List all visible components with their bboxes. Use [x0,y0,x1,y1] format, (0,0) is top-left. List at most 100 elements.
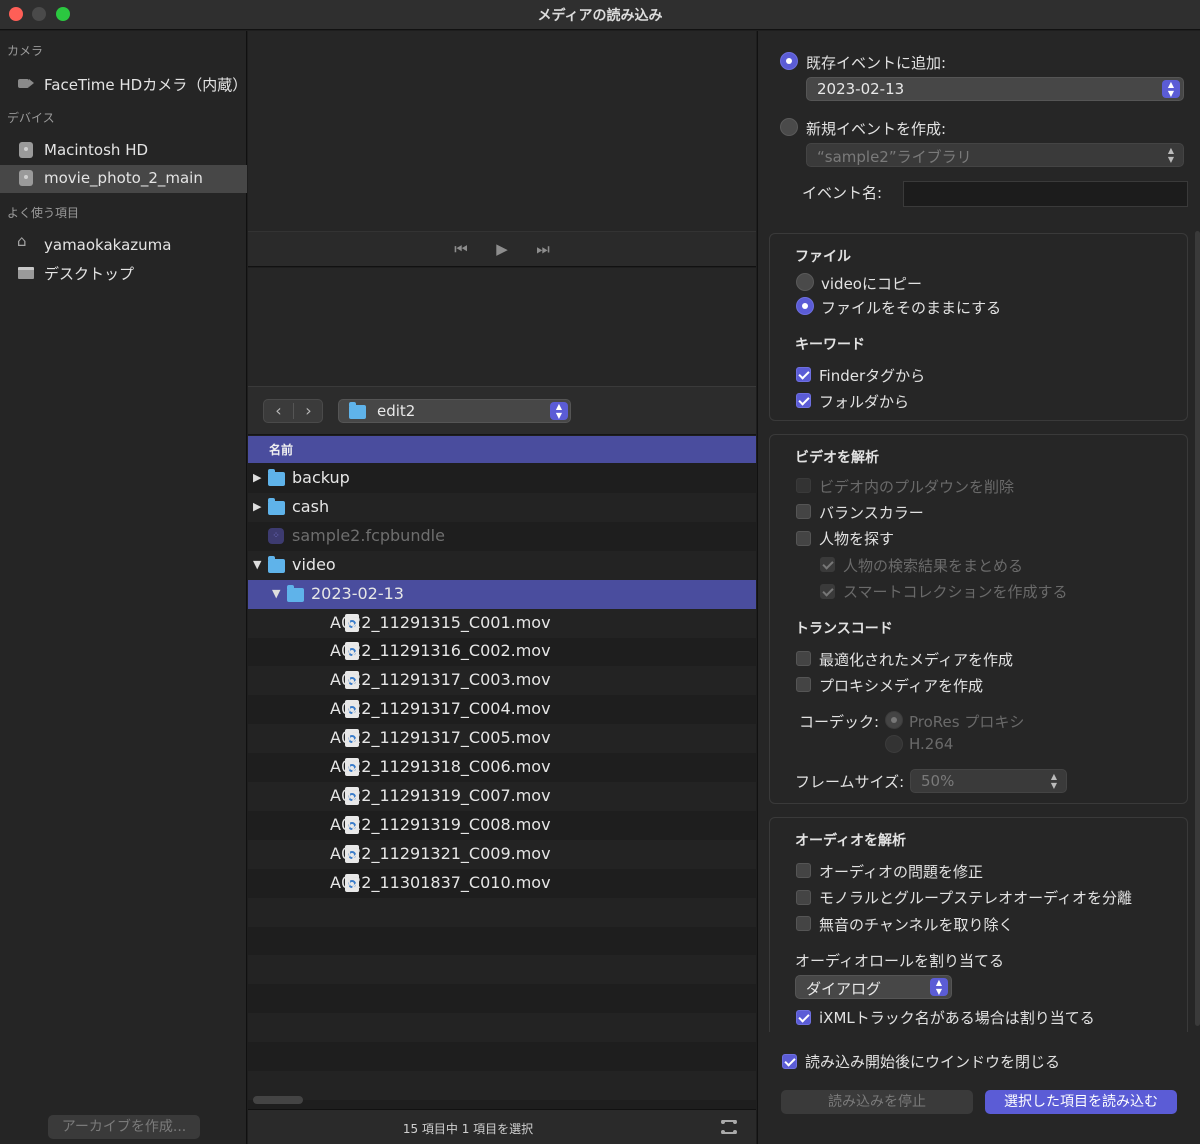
stop-import-button[interactable]: 読み込みを停止 [781,1090,973,1114]
preview-viewer [248,31,756,231]
list-item-name: A022_11291318_C006.mov [330,757,551,776]
import-selected-button[interactable]: 選択した項目を読み込む [985,1090,1177,1114]
codec-h264-label: H.264 [909,735,954,753]
proxy-media-label: プロキシメディアを作成 [819,677,983,695]
codec-prores-radio[interactable] [885,711,903,729]
leave-in-place-label: ファイルをそのままにする [821,299,1002,317]
remove-pulldown-label: ビデオ内のプルダウンを削除 [819,478,1015,496]
balance-color-checkbox[interactable] [796,504,811,519]
list-item[interactable]: A022_11291319_C008.mov [248,811,756,840]
audio-role-popup[interactable]: ダイアログ ▲ ▼ [795,975,952,999]
sidebar-item-movie-photo-2-main[interactable]: movie_photo_2_main [0,165,247,193]
remove-silent-checkbox[interactable] [796,916,811,931]
list-item[interactable]: A022_11291317_C005.mov [248,724,756,754]
empty-row [248,1070,756,1100]
finder-tags-checkbox[interactable] [796,367,811,382]
filmstrip-view-icon[interactable] [721,1120,737,1134]
back-forward-control: ‹ › [263,399,323,423]
disclosure-closed-icon[interactable]: ▶ [253,471,261,484]
sidebar-item-label: movie_photo_2_main [44,169,203,187]
sidebar-item-home[interactable]: ⌂ yamaokakazuma [0,232,247,260]
home-icon: ⌂ [17,232,27,250]
list-item[interactable]: A022_11301837_C010.mov [248,869,756,898]
transcode-header: トランスコード [795,621,893,637]
event-name-input[interactable] [903,181,1188,207]
play-icon[interactable]: ▶ [493,240,511,258]
remove-pulldown-checkbox[interactable] [796,478,811,493]
list-item[interactable]: A022_11291316_C002.mov [248,637,756,666]
consolidate-people-label: 人物の検索結果をまとめる [843,557,1024,575]
codec-h264-radio[interactable] [885,735,903,753]
smart-collections-checkbox[interactable] [820,584,835,599]
column-header-label: 名前 [269,443,294,457]
files-header: ファイル [795,249,851,265]
separate-mono-checkbox[interactable] [796,890,811,905]
import-options-panel: 既存イベントに追加: 2023-02-13 ▲ ▼ 新規イベントを作成: “sam… [757,31,1200,1144]
add-to-existing-event-label: 既存イベントに追加: [806,54,947,72]
list-item-name: A022_11291317_C005.mov [330,728,551,748]
options-scrollbar[interactable] [1195,231,1200,1026]
list-item[interactable]: ▶ cash [248,492,756,522]
add-to-existing-event-radio[interactable] [780,52,798,70]
separate-mono-label: モノラルとグループステレオオーディオを分離 [819,889,1133,907]
list-item[interactable]: ▼ 2023-02-13 [248,579,756,609]
chevron-updown-icon: ▲ ▼ [1167,146,1175,164]
skip-forward-icon[interactable]: ⏭ [534,240,552,258]
list-item[interactable]: A022_11291318_C006.mov [248,753,756,782]
folders-label: フォルダから [819,393,910,411]
list-item[interactable]: A022_11291317_C004.mov [248,695,756,724]
copy-to-library-label: videoにコピー [821,275,922,293]
folders-checkbox[interactable] [796,393,811,408]
audio-role-value: ダイアログ [806,980,882,998]
ixml-checkbox[interactable] [796,1010,811,1025]
consolidate-people-checkbox[interactable] [820,557,835,572]
desktop-icon [18,267,34,279]
sidebar-item-desktop[interactable]: デスクトップ [0,259,247,287]
close-window-checkbox[interactable] [782,1054,797,1069]
library-popup[interactable]: “sample2”ライブラリ ▲ ▼ [806,143,1184,167]
horizontal-scrollbar[interactable] [253,1096,303,1104]
sidebar: カメラ FaceTime HDカメラ（内蔵） デバイス Macintosh HD… [0,31,247,1144]
sidebar-item-facetime-camera[interactable]: FaceTime HDカメラ（内蔵） [0,70,247,98]
list-item[interactable]: A022_11291321_C009.mov [248,839,756,869]
browser-nav-bar: ‹ › edit2 ▲ ▼ [248,386,756,435]
disclosure-open-icon[interactable]: ▼ [253,558,261,571]
list-item[interactable]: A022_11291315_C001.mov [248,608,756,638]
list-item-name: sample2.fcpbundle [292,525,445,545]
list-item[interactable]: A022_11291317_C003.mov [248,666,756,696]
sidebar-header-favorites: よく使う項目 [7,206,80,220]
forward-icon[interactable]: › [294,401,323,421]
ixml-label: iXMLトラック名がある場合は割り当てる [819,1009,1095,1027]
frame-size-popup[interactable]: 50% ▲ ▼ [910,769,1067,793]
back-icon[interactable]: ‹ [264,401,293,421]
create-new-event-radio[interactable] [780,118,798,136]
empty-row [248,1042,756,1071]
sidebar-item-label: デスクトップ [44,265,135,283]
optimized-media-checkbox[interactable] [796,651,811,666]
create-archive-button[interactable]: アーカイブを作成... [48,1115,200,1139]
empty-row [248,897,756,927]
leave-in-place-radio[interactable] [796,297,814,315]
list-item[interactable]: ⁘ sample2.fcpbundle [248,522,756,551]
library-value: “sample2”ライブラリ [817,148,972,166]
folder-icon [268,497,285,515]
disclosure-closed-icon[interactable]: ▶ [253,500,261,513]
skip-back-icon[interactable]: ⏮ [452,240,470,258]
fix-audio-problems-checkbox[interactable] [796,863,811,878]
list-item[interactable]: ▶ backup [248,464,756,493]
disk-icon [19,142,33,158]
find-people-checkbox[interactable] [796,531,811,546]
list-item[interactable]: A022_11291319_C007.mov [248,781,756,811]
existing-event-popup[interactable]: 2023-02-13 ▲ ▼ [806,77,1184,101]
list-item-name: A022_11291316_C002.mov [330,641,551,661]
list-item[interactable]: ▼ video [248,550,756,580]
sidebar-item-macintosh-hd[interactable]: Macintosh HD [0,137,247,165]
disclosure-open-icon[interactable]: ▼ [272,587,280,600]
list-item-name: A022_11291315_C001.mov [330,612,551,632]
copy-to-library-radio[interactable] [796,273,814,291]
column-header-name[interactable]: 名前 [248,436,756,463]
proxy-media-checkbox[interactable] [796,677,811,692]
folder-icon [268,469,285,486]
folder-popup[interactable]: edit2 ▲ ▼ [338,399,571,423]
list-item-name: A022_11291321_C009.mov [330,843,551,863]
